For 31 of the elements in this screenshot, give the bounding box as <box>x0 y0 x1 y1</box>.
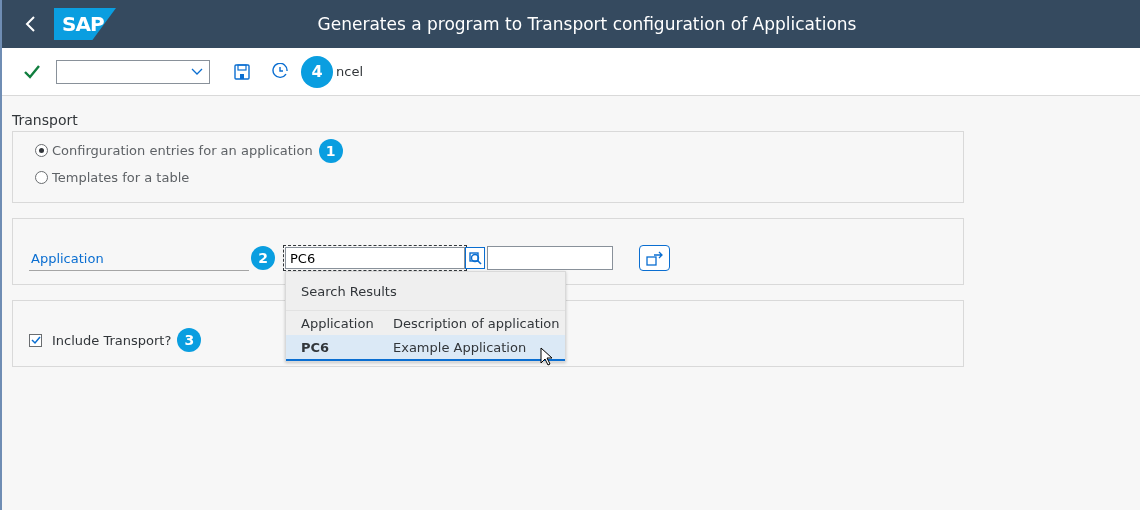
save-icon[interactable] <box>234 63 250 80</box>
callout-badge: 4 <box>301 55 333 88</box>
popup-title: Search Results <box>301 283 397 299</box>
group-title: Transport <box>12 112 79 128</box>
window-title: Generates a program to Transport configuration of Applications <box>316 14 858 34</box>
radio-label[interactable]: Confirguration entries for an application <box>52 143 313 158</box>
table-cell-text: PC6 <box>301 339 331 355</box>
command-field[interactable] <box>56 59 210 84</box>
column-header: Description of application <box>393 315 560 331</box>
check-icon[interactable] <box>24 64 40 79</box>
application-input[interactable]: PC6 <box>285 247 465 269</box>
checkbox[interactable] <box>29 333 42 347</box>
checkbox-label[interactable]: Include Transport? <box>52 332 172 348</box>
clock-icon[interactable] <box>272 63 289 80</box>
navigate-button[interactable] <box>639 245 670 271</box>
callout-badge: 1 <box>318 138 343 163</box>
callout-badge: 2 <box>251 246 275 270</box>
description-field[interactable] <box>487 246 613 270</box>
field-label: Application <box>29 251 249 271</box>
logo: SAP <box>54 8 116 40</box>
cancel-button[interactable]: ncel <box>336 64 363 79</box>
radio-label[interactable]: Templates for a table <box>52 170 190 185</box>
radio-button[interactable] <box>35 171 48 184</box>
radio-button[interactable] <box>35 144 48 157</box>
table-cell-text: Example Application <box>393 339 528 355</box>
callout-badge: 3 <box>177 328 202 352</box>
back-button[interactable] <box>24 15 36 33</box>
export-icon <box>645 250 664 266</box>
search-button[interactable] <box>465 247 485 269</box>
chevron-down-icon <box>191 67 203 76</box>
column-header: Application <box>301 315 375 331</box>
